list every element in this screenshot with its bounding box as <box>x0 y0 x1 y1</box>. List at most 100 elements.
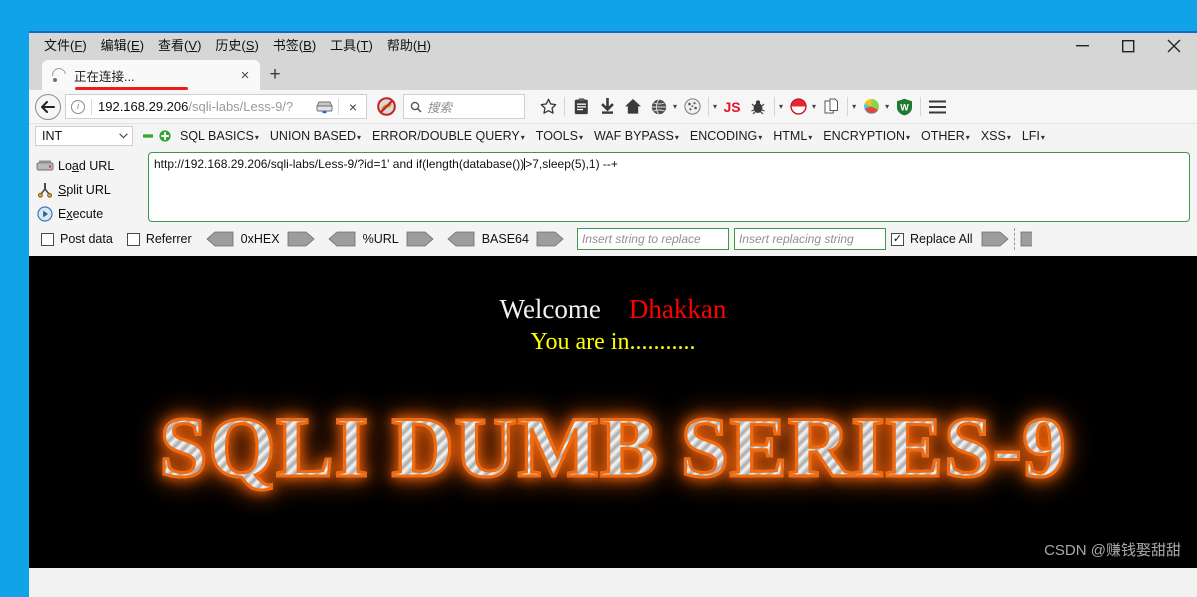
search-input[interactable]: 搜索 <box>403 94 525 119</box>
hackbar-menu-encryption[interactable]: ENCRYPTION▾ <box>823 129 910 143</box>
stop-loading-icon[interactable]: × <box>342 99 364 115</box>
bug-caret-icon[interactable]: ▾ <box>779 102 783 111</box>
loading-spinner-icon <box>49 65 69 85</box>
site-info-icon[interactable]: i <box>71 99 85 114</box>
js-icon[interactable]: JS <box>719 94 745 120</box>
encoder-group-base64: BASE64 <box>447 231 564 247</box>
search-icon <box>410 101 422 113</box>
hackbar-menu-sql-basics[interactable]: SQL BASICS▾ <box>180 129 259 143</box>
hackbar-menu-html[interactable]: HTML▾ <box>773 129 812 143</box>
tab-strip: 正在连接... × + <box>29 59 1197 90</box>
load-url-button[interactable]: Load URL <box>32 154 148 178</box>
hackbar-action-list: Load URL Split URL Execute <box>32 152 148 222</box>
hackbar-menu-tools[interactable]: TOOLS▾ <box>536 129 583 143</box>
back-button[interactable] <box>35 93 61 120</box>
menu-bar: 文件(F) 编辑(E) 查看(V) 历史(S) 书签(B) 工具(T) 帮助(H… <box>29 33 1197 59</box>
menu-item-file[interactable]: 文件(F) <box>38 37 95 56</box>
close-button[interactable] <box>1151 33 1197 59</box>
encode-base64-button[interactable] <box>536 231 564 247</box>
toolbar-separator <box>564 97 565 116</box>
encode-hex-button[interactable] <box>287 231 315 247</box>
encode-url-button[interactable] <box>406 231 434 247</box>
hackbar-menu-encoding[interactable]: ENCODING▾ <box>690 129 762 143</box>
bug-icon[interactable] <box>745 94 771 120</box>
encoder-label-base64: BASE64 <box>481 232 529 246</box>
server-icon[interactable] <box>313 100 335 114</box>
load-url-icon <box>32 159 58 173</box>
welcome-block: Welcome Dhakkan You are in........... <box>29 256 1197 356</box>
annotation-underline <box>75 87 188 90</box>
browser-window: 文件(F) 编辑(E) 查看(V) 历史(S) 书签(B) 工具(T) 帮助(H… <box>29 31 1197 597</box>
encoder-label-url: %URL <box>362 232 399 246</box>
proxy-icon[interactable] <box>858 94 884 120</box>
hackbar-menu-waf-bypass[interactable]: WAF BYPASS▾ <box>594 129 679 143</box>
noscript-blocked-icon[interactable] <box>373 97 399 116</box>
hackbar-menu-xss[interactable]: XSS▾ <box>981 129 1011 143</box>
globe-icon[interactable] <box>646 94 672 120</box>
desktop-background: 文件(F) 编辑(E) 查看(V) 历史(S) 书签(B) 工具(T) 帮助(H… <box>0 0 1197 597</box>
pages-icon[interactable] <box>818 94 844 120</box>
pages-caret-icon[interactable]: ▾ <box>852 102 856 111</box>
maximize-button[interactable] <box>1105 33 1151 59</box>
url-text: 192.168.29.206/sqli-labs/Less-9/? <box>98 99 294 114</box>
url-bar[interactable]: i 192.168.29.206/sqli-labs/Less-9/? × <box>65 94 367 119</box>
url-separator <box>338 98 339 115</box>
decode-base64-button[interactable] <box>447 231 475 247</box>
home-icon[interactable] <box>620 94 646 120</box>
decode-hex-button[interactable] <box>206 231 234 247</box>
globe-caret-icon[interactable]: ▾ <box>673 102 677 111</box>
decode-url-button[interactable] <box>327 231 356 247</box>
referrer-checkbox[interactable] <box>126 232 140 246</box>
hackbar-menu-error-double-query[interactable]: ERROR/DOUBLE QUERY▾ <box>372 129 525 143</box>
cookie-icon[interactable] <box>679 94 705 120</box>
minimize-button[interactable] <box>1059 33 1105 59</box>
toolbar-overflow-button[interactable] <box>1020 231 1032 247</box>
replace-apply-button[interactable] <box>981 231 1009 247</box>
search-placeholder: 搜索 <box>427 101 453 115</box>
tab-title: 正在连接... <box>74 69 135 84</box>
hackbar-remove-button[interactable] <box>141 130 154 143</box>
split-url-button[interactable]: Split URL <box>32 178 148 202</box>
svg-text:W: W <box>900 102 909 112</box>
post-data-checkbox[interactable] <box>41 232 54 246</box>
hackbar-type-select[interactable]: INT <box>35 126 133 146</box>
hackbar-body: Load URL Split URL Execute http://192.16… <box>29 148 1197 222</box>
tab-close-icon[interactable]: × <box>236 66 254 84</box>
hackbar-menu-union-based[interactable]: UNION BASED▾ <box>270 129 361 143</box>
download-arrow-icon[interactable] <box>594 94 620 120</box>
bookmark-star-icon[interactable] <box>535 94 561 120</box>
hackbar-menu-other[interactable]: OTHER▾ <box>921 129 970 143</box>
hamburger-menu-icon[interactable] <box>924 94 950 120</box>
menu-item-edit[interactable]: 编辑(E) <box>95 37 152 56</box>
replace-with-input[interactable]: Insert replacing string <box>733 228 886 250</box>
menu-item-bookmarks[interactable]: 书签(B) <box>267 37 324 56</box>
window-controls <box>1059 33 1197 59</box>
burp-icon[interactable] <box>785 94 811 120</box>
page-content: Welcome Dhakkan You are in........... SQL… <box>29 256 1197 568</box>
menu-item-view[interactable]: 查看(V) <box>152 37 209 56</box>
watermark: CSDN @赚钱娶甜甜 <box>1044 542 1181 559</box>
new-tab-button[interactable]: + <box>260 60 290 90</box>
welcome-text: Welcome <box>499 294 601 324</box>
menu-item-tools[interactable]: 工具(T) <box>324 37 381 56</box>
hackbar-add-button[interactable] <box>158 130 171 143</box>
browser-tab[interactable]: 正在连接... × <box>42 60 260 90</box>
cookie-caret-icon[interactable]: ▾ <box>713 102 717 111</box>
reader-view-icon[interactable] <box>568 94 594 120</box>
page-banner-title: SQLI DUMB SERIES-9 <box>29 403 1197 492</box>
hackbar-menu-lfi[interactable]: LFI▾ <box>1022 129 1045 143</box>
execute-button[interactable]: Execute <box>32 202 148 226</box>
execute-icon <box>32 206 58 222</box>
hackbar-request-textarea[interactable]: http://192.168.29.206/sqli-labs/Less-9/?… <box>148 152 1190 222</box>
replace-search-input[interactable]: Insert string to replace <box>576 228 729 250</box>
replace-all-checkbox[interactable] <box>890 232 904 246</box>
proxy-caret-icon[interactable]: ▾ <box>885 102 889 111</box>
hackbar-options-row: Post data Referrer 0xHEX %URL BASE64 Ins… <box>29 222 1197 256</box>
menu-item-history[interactable]: 历史(S) <box>209 37 266 56</box>
split-url-icon <box>32 182 58 198</box>
menu-item-help[interactable]: 帮助(H) <box>381 37 439 56</box>
wappalyzer-shield-icon[interactable]: W <box>891 94 917 120</box>
replace-all-label: Replace All <box>909 232 973 246</box>
user-name-text: Dhakkan <box>628 294 727 324</box>
burp-caret-icon[interactable]: ▾ <box>812 102 816 111</box>
